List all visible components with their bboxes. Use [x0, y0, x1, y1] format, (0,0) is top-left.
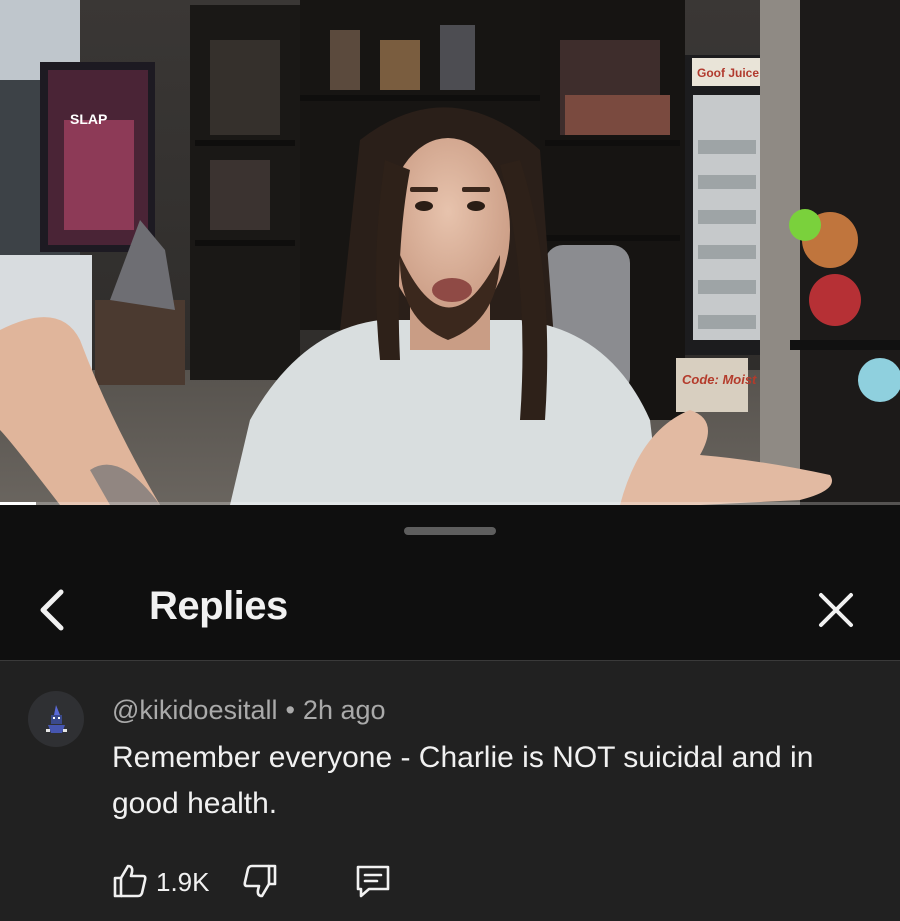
- video-progress-bar[interactable]: [0, 502, 900, 505]
- app-screen: SLAP Goof Juice Code: Moist Replies @kik…: [0, 0, 900, 921]
- comment-time: 2h ago: [302, 695, 386, 725]
- like-count: 1.9K: [156, 867, 210, 897]
- comment-meta: @kikidoesitall • 2h ago: [112, 695, 386, 726]
- avatar[interactable]: [28, 691, 84, 747]
- box-sign: Code: Moist: [682, 372, 757, 387]
- close-icon: [819, 593, 853, 627]
- video-frame: SLAP Goof Juice Code: Moist: [0, 0, 900, 505]
- reply-button[interactable]: [350, 859, 396, 903]
- video-progress-fill: [0, 502, 36, 505]
- drag-handle[interactable]: [404, 527, 496, 535]
- comment-text: Remember everyone - Charlie is NOT suici…: [112, 741, 814, 820]
- comment-actions: 1.9K: [108, 859, 508, 903]
- like-button[interactable]: [108, 859, 152, 903]
- back-button[interactable]: [22, 582, 82, 638]
- comment-author[interactable]: @kikidoesitall: [112, 695, 277, 725]
- avatar-image: [46, 705, 67, 733]
- thumbs-up-icon: [113, 864, 147, 898]
- close-button[interactable]: [806, 582, 866, 638]
- reply-comment-icon: [356, 865, 390, 898]
- sheet-title: Replies: [149, 584, 288, 628]
- comment-item: @kikidoesitall • 2h ago Remember everyone …: [0, 660, 900, 921]
- video-player[interactable]: SLAP Goof Juice Code: Moist: [0, 0, 900, 505]
- chevron-left-icon: [40, 589, 64, 631]
- meta-separator: •: [285, 695, 295, 725]
- fridge-sign: Goof Juice: [697, 66, 759, 80]
- thumbs-down-icon: [243, 864, 277, 898]
- replies-sheet: Replies @kikidoesitall • 2h ago Remember…: [0, 508, 900, 921]
- dislike-button[interactable]: [238, 859, 282, 903]
- poster-text: SLAP: [70, 111, 107, 127]
- sheet-header: Replies: [0, 554, 900, 660]
